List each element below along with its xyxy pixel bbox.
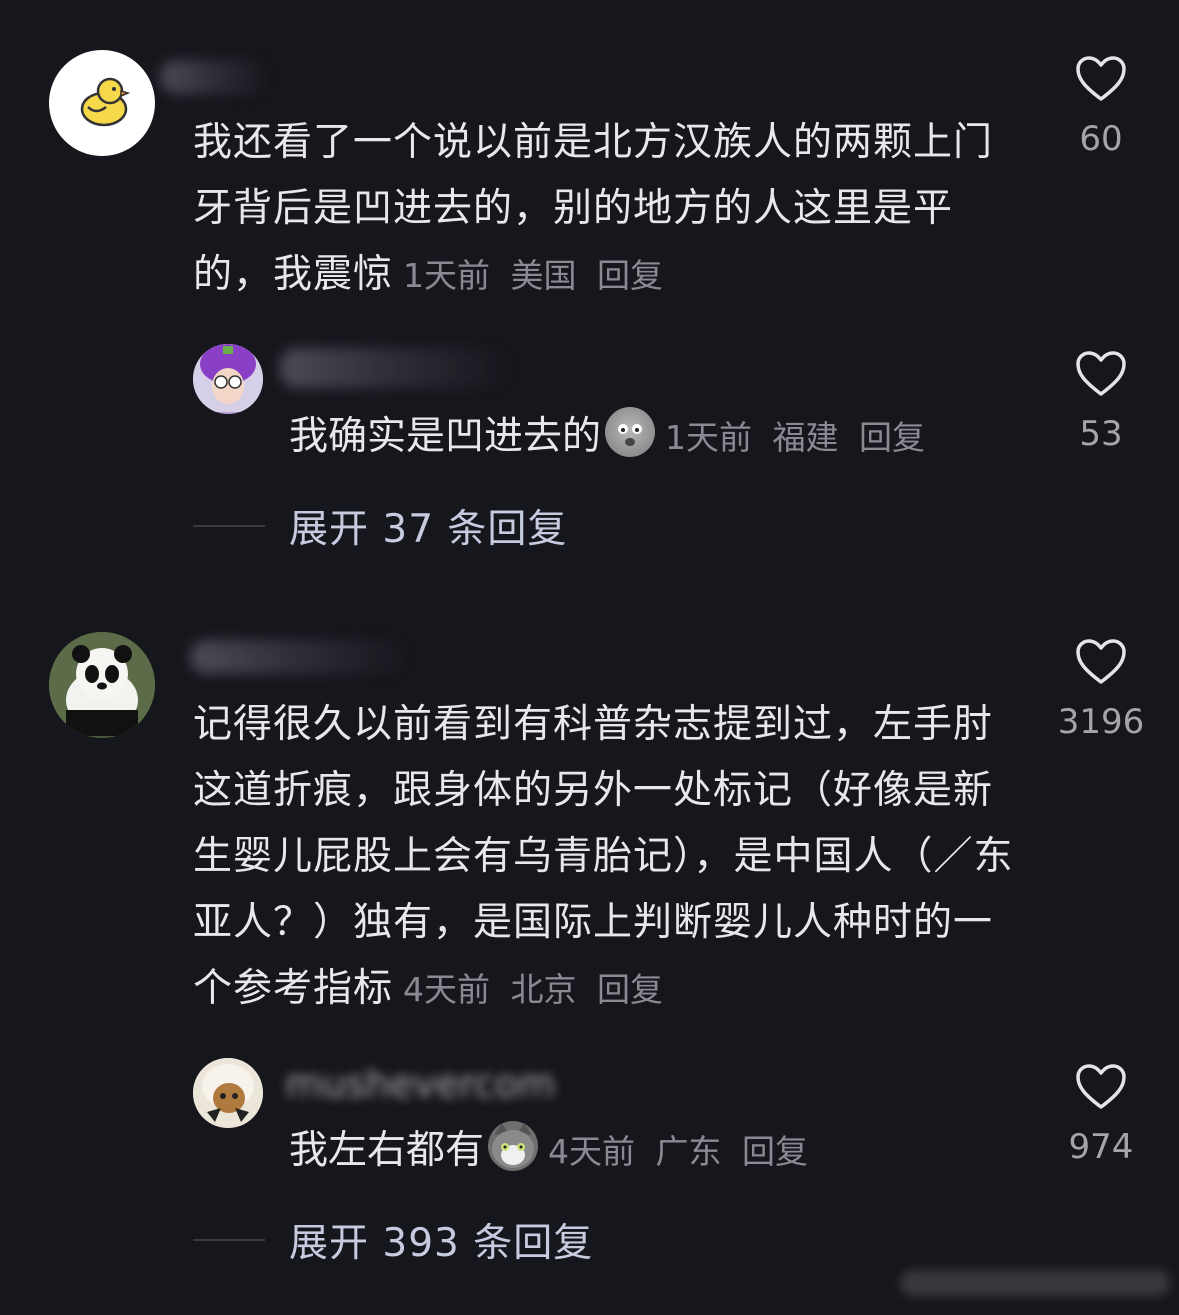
username-redacted[interactable] [190, 640, 410, 674]
like-count: 60 [1079, 119, 1123, 159]
reply-location: 广东 [655, 1132, 722, 1171]
expand-replies-button[interactable]: 展开 37 条回复 [193, 498, 567, 554]
comment-time: 1天前 [403, 256, 491, 295]
heart-icon [1076, 1064, 1126, 1109]
comment-text: 记得很久以前看到有科普杂志提到过，左手肘这道折痕，跟身体的另外一处标记（好像是新… [193, 702, 1014, 1011]
username-redacted[interactable] [160, 60, 270, 94]
reply-button[interactable]: 回复 [597, 256, 663, 295]
reply-body: 我确实是凹进去的 1天前 福建 回复 [289, 407, 1029, 468]
like-button[interactable]: 3196 [1031, 638, 1171, 742]
comment-body: 我还看了一个说以前是北方汉族人的两颗上门牙背后是凹进去的，别的地方的人这里是平的… [193, 110, 1023, 309]
comment-meta: 4天前 北京 回复 [403, 970, 663, 1009]
reply-location: 福建 [772, 418, 839, 457]
cat-bonnet-avatar-icon [193, 1058, 263, 1128]
heart-icon [1076, 56, 1126, 101]
comment-meta: 1天前 美国 回复 [403, 256, 663, 295]
purple-hat-avatar-icon [193, 344, 263, 414]
avatar[interactable] [49, 632, 155, 738]
comment-location: 美国 [510, 256, 577, 295]
like-count: 974 [1068, 1127, 1134, 1167]
like-count: 53 [1079, 414, 1123, 454]
chick-icon [70, 69, 134, 137]
reply-text: 我确实是凹进去的 [289, 414, 602, 459]
comment-list: 我还看了一个说以前是北方汉族人的两颗上门牙背后是凹进去的，别的地方的人这里是平的… [0, 0, 1179, 1315]
expand-replies-button[interactable]: 展开 393 条回复 [193, 1212, 593, 1268]
cat-emoji-icon [488, 1121, 539, 1171]
watermark-redacted [900, 1270, 1170, 1296]
reply-username[interactable]: mushevercom [285, 1062, 565, 1106]
reply-meta: 1天前 福建 回复 [665, 418, 925, 457]
reply-body: 我左右都有 4天前 广东 回复 [289, 1121, 1029, 1182]
like-button[interactable]: 53 [1031, 350, 1171, 454]
comment-time: 4天前 [403, 970, 491, 1009]
reply-username-text: mushevercom [285, 1062, 556, 1106]
divider [193, 525, 265, 527]
like-count: 3196 [1057, 702, 1145, 742]
reply-time: 1天前 [665, 418, 753, 457]
reply-time: 4天前 [548, 1132, 636, 1171]
like-button[interactable]: 974 [1031, 1063, 1171, 1167]
comment-location: 北京 [510, 970, 577, 1009]
reply-text: 我左右都有 [289, 1128, 485, 1173]
panda-icon [49, 632, 155, 738]
reply-button[interactable]: 回复 [859, 418, 925, 457]
reply-button[interactable]: 回复 [597, 970, 663, 1009]
comment-body: 记得很久以前看到有科普杂志提到过，左手肘这道折痕，跟身体的另外一处标记（好像是新… [193, 692, 1023, 1023]
divider [193, 1239, 265, 1241]
username-redacted[interactable] [280, 348, 510, 388]
reply-meta: 4天前 广东 回复 [548, 1132, 808, 1171]
expand-replies-label: 展开 37 条回复 [289, 507, 568, 552]
avatar[interactable] [49, 50, 155, 156]
heart-icon [1076, 639, 1126, 684]
reply-avatar[interactable] [193, 1058, 263, 1128]
worried-emoji-icon [605, 407, 656, 457]
reply-button[interactable]: 回复 [742, 1132, 808, 1171]
expand-replies-label: 展开 393 条回复 [289, 1221, 594, 1266]
reply-avatar[interactable] [193, 344, 263, 414]
like-button[interactable]: 60 [1031, 55, 1171, 159]
heart-icon [1076, 351, 1126, 396]
